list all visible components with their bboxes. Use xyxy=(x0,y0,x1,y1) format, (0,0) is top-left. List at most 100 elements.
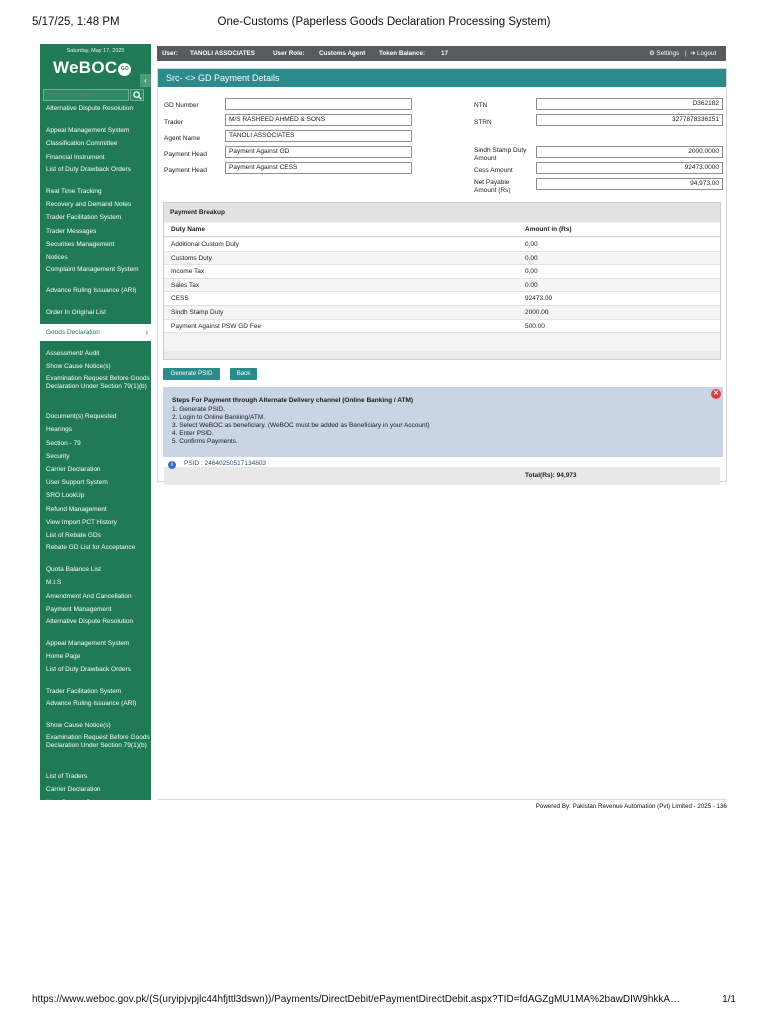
sidebar-item-appeal-management-system[interactable]: Appeal Management System xyxy=(40,637,151,650)
sidebar-item-list-of-duty-drawback-orders[interactable]: List of Duty Drawback Orders xyxy=(40,664,151,685)
agent-name-field[interactable]: TANOLI ASSOCIATES xyxy=(225,130,412,142)
ntn-label: NTN xyxy=(474,102,488,109)
duty-name-cell: CESS xyxy=(171,295,189,303)
payment-head-label-2: Payment Head xyxy=(164,167,207,174)
sidebar-item-securities-management[interactable]: Securities Management xyxy=(40,238,151,251)
logo-badge-icon: GD xyxy=(118,63,132,76)
duty-name-cell: Sindh Stamp Duty xyxy=(171,309,224,316)
collapse-sidebar-icon[interactable]: ‹ xyxy=(140,74,151,87)
logout-link[interactable]: ➜ Logout xyxy=(690,50,716,57)
sidebar-item-label: Amendment And Cancellation xyxy=(46,592,132,600)
search-icon xyxy=(133,91,142,100)
strn-field[interactable]: 3277878336151 xyxy=(536,114,723,126)
sidebar-item-label: Carrier Declaration xyxy=(46,785,101,793)
table-row: Additional Custom Duty 0.00 xyxy=(164,238,720,252)
sidebar-item-order-in-original-list[interactable]: Order In Original List xyxy=(40,306,151,319)
sidebar-item-examination-request-before-goods-declaration-under-section-79-1-b[interactable]: Examination Request Before Goods Declara… xyxy=(40,732,151,769)
weboc-logo[interactable]: WeBOC GD xyxy=(53,58,132,78)
sidebar-item-list-of-duty-drawback-orders[interactable]: List of Duty Drawback Orders xyxy=(40,164,151,185)
sidebar-item-advance-ruling-issuance-ari[interactable]: Advance Ruling Issuance (ARI) xyxy=(40,285,151,306)
sidebar-item-trader-facilitation-system[interactable]: Trader Facilitation System xyxy=(40,685,151,698)
sidebar-item-label: Appeal Management System xyxy=(46,640,130,648)
sidebar-item-notices[interactable]: Notices xyxy=(40,251,151,264)
payment-breakup-table: Payment Breakup Duty Name Amount in (Rs)… xyxy=(163,202,721,485)
sidebar-item-list-of-traders[interactable]: List of Traders xyxy=(40,770,151,783)
amount-cell: 92473.00 xyxy=(525,295,553,303)
sidebar-item-user-support-system[interactable]: User Support System xyxy=(40,476,151,489)
table-row: Customs Duty 0.00 xyxy=(164,251,720,266)
sidebar-item-security[interactable]: Security xyxy=(40,450,151,463)
sidebar-item-amendment-and-cancellation[interactable]: Amendment And Cancellation xyxy=(40,590,151,603)
table-row: Payment Against PSW GD Fee 500.00 xyxy=(164,319,720,334)
ntn-field[interactable]: D362182 xyxy=(536,98,723,110)
sidebar-item-trader-facilitation-system[interactable]: Trader Facilitation System xyxy=(40,211,151,224)
duty-name-cell: Payment Against PSW GD Fee xyxy=(171,322,261,330)
sidebar-item-real-time-tracking[interactable]: Real Time Tracking xyxy=(40,185,151,198)
sidebar-item-appeal-management-system[interactable]: Appeal Management System xyxy=(40,124,151,137)
sidebar-item-gd-monitoring[interactable]: GD Monitoring xyxy=(40,835,151,848)
sidebar-item-view-import-pct-history[interactable]: View Import PCT History xyxy=(40,516,151,529)
sidebar-item-refund-management[interactable]: Refund Management xyxy=(40,822,151,835)
sidebar-item-goods-declaration[interactable]: Goods Declaration › xyxy=(40,323,151,341)
sidebar-item-show-cause-notice-s[interactable]: Show Cause Notice(s) xyxy=(40,719,151,732)
sidebar-item-alternative-dispute-resolution[interactable]: Alternative Dispute Resolution xyxy=(40,103,151,124)
sidebar-item-label: Refund Management xyxy=(46,825,107,833)
sidebar-item-carrier-declaration[interactable]: Carrier Declaration xyxy=(40,463,151,476)
sidebar-item-user-support-system[interactable]: User Support System xyxy=(40,796,151,809)
sidebar-item-refund-management[interactable]: Refund Management xyxy=(40,503,151,516)
payment-head-cess-field[interactable]: Payment Against CESS xyxy=(225,162,412,174)
sidebar-item-sro-lookup[interactable]: SRO LookUp xyxy=(40,809,151,822)
sidebar-item-examination-request-before-goods-declaration-under-section-79-1-b[interactable]: Examination Request Before Goods Declara… xyxy=(40,373,151,410)
search-button[interactable] xyxy=(130,89,144,101)
sidebar-item-label: Alternative Dispute Resolution xyxy=(46,618,134,625)
back-button[interactable]: Back xyxy=(230,368,257,380)
sidebar-item-classification-committee[interactable]: Classification Committee xyxy=(40,137,151,150)
sidebar-item-document-s-requested[interactable]: Document(s) Requested xyxy=(40,410,151,423)
sidebar-item-amendment-and-cancellation[interactable]: Amendment And Cancellation xyxy=(40,862,151,875)
sidebar-item-section-79[interactable]: Section - 79 xyxy=(40,437,151,450)
sidebar-item-complaint-management-system[interactable]: Complaint Management System xyxy=(40,264,151,285)
sidebar-item-sro-lookup[interactable]: SRO LookUp xyxy=(40,489,151,502)
sidebar-item-show-cause-notice-s[interactable]: Show Cause Notice(s) xyxy=(40,360,151,373)
user-role: Customs Agent xyxy=(319,50,366,57)
sidebar-item-hearings[interactable]: Hearings xyxy=(40,423,151,436)
sidebar-item-label: GD Monitoring xyxy=(46,838,88,846)
sidebar-item-carrier-declaration[interactable]: Carrier Declaration xyxy=(40,783,151,796)
sidebar-item-payment-management[interactable]: Payment Management xyxy=(40,603,151,616)
print-header: 5/17/25, 1:48 PM One-Customs (Paperless … xyxy=(32,16,736,32)
sidebar-item-list-of-rebate-gds[interactable]: List of Rebate GDs xyxy=(40,529,151,542)
amount-cell: 0.00 xyxy=(525,268,538,276)
sidebar-item-m-i-s[interactable]: M.I.S xyxy=(40,576,151,589)
sidebar-item-home-page[interactable]: Home Page xyxy=(40,650,151,663)
gd-number-field[interactable] xyxy=(225,98,412,110)
sidebar-item-label: Notices xyxy=(46,253,68,261)
close-icon[interactable]: ✕ xyxy=(711,389,721,399)
sidebar-item-recovery-and-demand-notes[interactable]: Recovery and Demand Notes xyxy=(40,198,151,211)
sidebar-item-label: Trader Messages xyxy=(46,227,97,235)
search-input[interactable] xyxy=(43,89,129,101)
sidebar-item-label: Carrier Declaration xyxy=(46,465,101,473)
generate-psid-button[interactable]: Generate PSID xyxy=(163,368,220,380)
step-1: 1. Generate PSID. xyxy=(172,406,226,413)
sidebar-item-label: Advance Ruling Issuance (ARI) xyxy=(46,699,137,707)
trader-field[interactable]: M/S RASHEED AHMED & SONS xyxy=(225,114,412,126)
sidebar-item-label: Show Cause Notice(s) xyxy=(46,362,111,370)
sidebar-item-advance-ruling-issuance-ari[interactable]: Advance Ruling Issuance (ARI) xyxy=(40,698,151,719)
sidebar-item-label: Payment Management xyxy=(46,605,112,613)
sindh-stamp-duty-field[interactable]: 2000.0000 xyxy=(536,146,723,158)
cess-amount-field[interactable]: 92473.0000 xyxy=(536,162,723,174)
sidebar-item-assessment-audit[interactable]: Assessment/ Audit xyxy=(40,347,151,360)
payment-head-gd-field[interactable]: Payment Against GD xyxy=(225,146,412,158)
sidebar-item-financial-instrument[interactable]: Financial Instrument xyxy=(40,151,151,164)
powered-by: Powered By: Pakistan Revenue Automation … xyxy=(535,803,727,810)
net-payable-field[interactable]: 94,973.00 xyxy=(536,178,723,190)
sidebar-item-view-import-pct-history[interactable]: View Import PCT History xyxy=(40,849,151,862)
user-info-bar: User: TANOLI ASSOCIATES User Role: Custo… xyxy=(157,46,726,61)
settings-link[interactable]: ⚙ Settings xyxy=(649,50,679,57)
sidebar-item-quota-balance-list[interactable]: Quota Balance List xyxy=(40,563,151,576)
sidebar-item-rebate-gd-list-for-acceptance[interactable]: Rebate GD List for Acceptance xyxy=(40,542,151,563)
strn-label: STRN xyxy=(474,119,492,126)
steps-title: Steps For Payment through Alternate Deli… xyxy=(172,397,414,404)
sidebar-item-alternative-dispute-resolution[interactable]: Alternative Dispute Resolution xyxy=(40,616,151,637)
sidebar-item-trader-messages[interactable]: Trader Messages xyxy=(40,225,151,238)
